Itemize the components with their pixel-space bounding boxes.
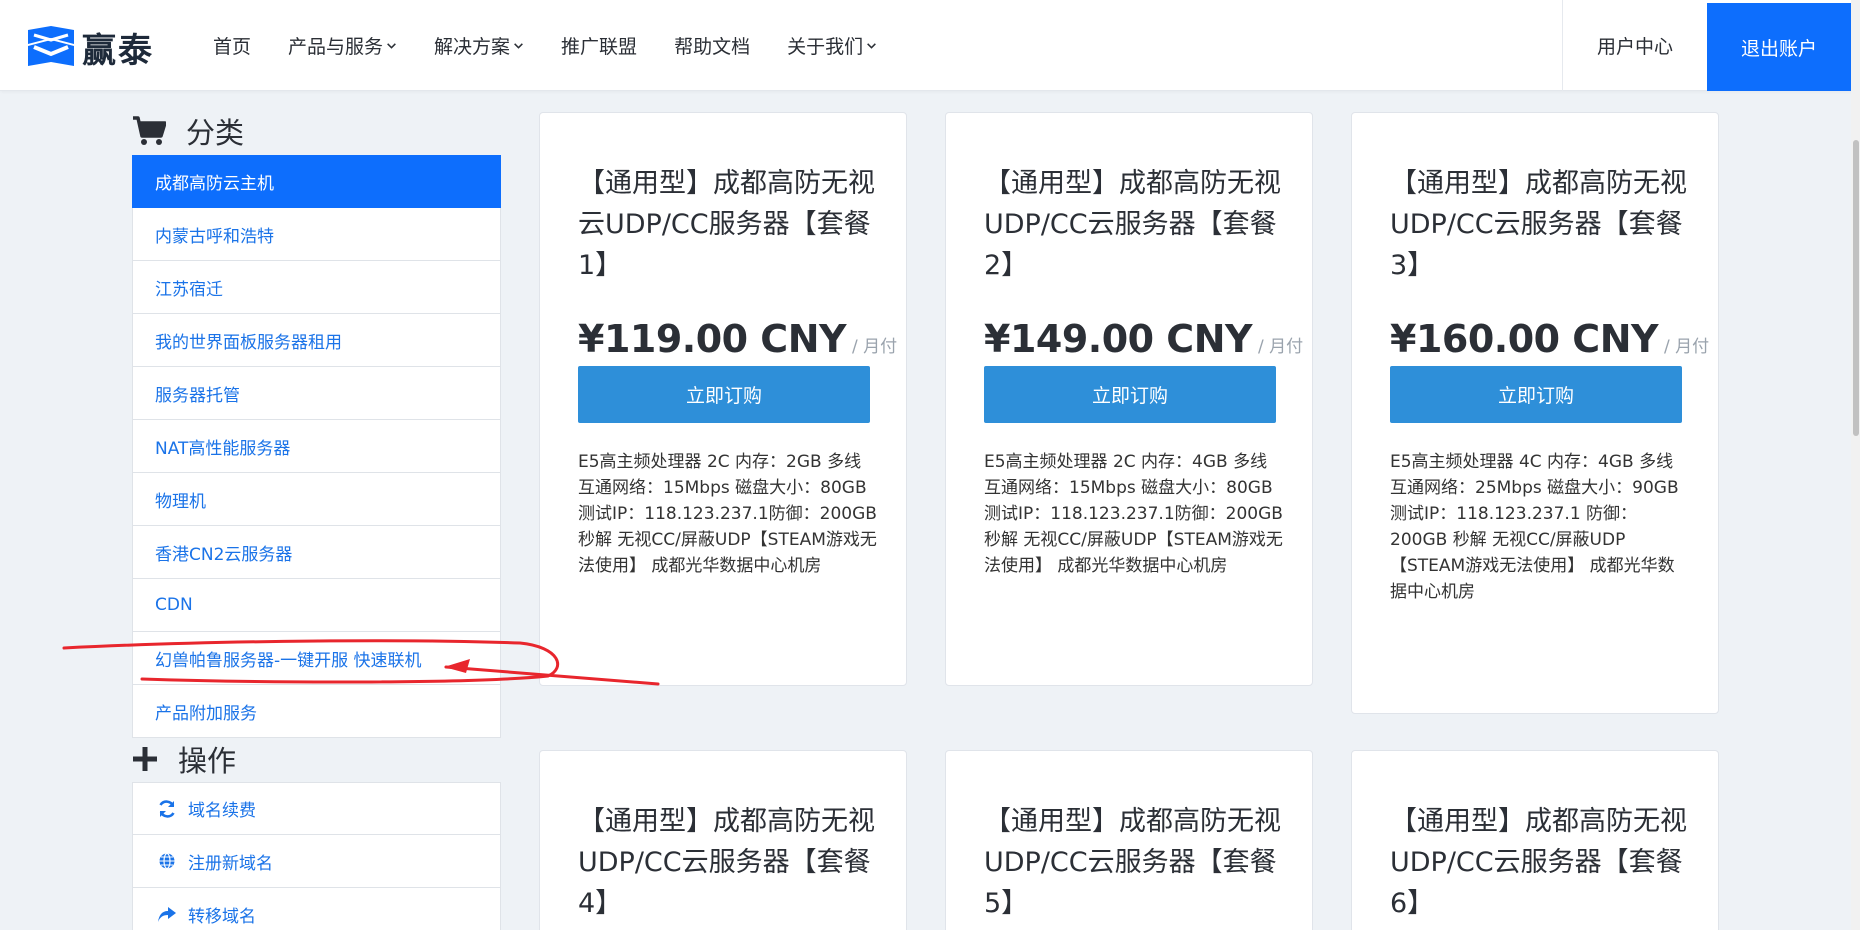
user-center-link[interactable]: 用户中心 bbox=[1563, 0, 1707, 91]
price-amount: ¥119.00 CNY bbox=[578, 317, 847, 361]
nav-about-label: 关于我们 bbox=[787, 36, 864, 58]
product-card: 【通用型】成都高防无视云UDP/CC服务器【套餐1】 ¥119.00 CNY /… bbox=[539, 112, 907, 686]
category-item-inner-mongolia[interactable]: 内蒙古呼和浩特 bbox=[132, 208, 501, 261]
order-now-button[interactable]: 立即订购 bbox=[984, 366, 1276, 423]
logo-text: 赢泰 bbox=[82, 30, 154, 71]
action-list: 域名续费 注册新域名 转移域名 bbox=[132, 782, 501, 930]
action-label: 域名续费 bbox=[188, 801, 256, 821]
share-icon bbox=[158, 907, 176, 922]
product-card: 【通用型】成都高防无视UDP/CC云服务器【套餐6】 bbox=[1351, 750, 1719, 930]
product-title: 【通用型】成都高防无视UDP/CC云服务器【套餐3】 bbox=[1390, 168, 1687, 281]
product-price: ¥149.00 CNY / 月付 bbox=[984, 317, 1303, 361]
action-label: 转移域名 bbox=[188, 906, 256, 927]
categories-heading: 分类 bbox=[132, 110, 244, 152]
order-now-button[interactable]: 立即订购 bbox=[1390, 366, 1682, 423]
action-renew-domain[interactable]: 域名续费 bbox=[132, 782, 501, 835]
category-item-nat-server[interactable]: NAT高性能服务器 bbox=[132, 420, 501, 473]
product-title: 【通用型】成都高防无视UDP/CC云服务器【套餐2】 bbox=[984, 168, 1281, 281]
category-item-cdn[interactable]: CDN bbox=[132, 579, 501, 632]
category-item-hk-cn2[interactable]: 香港CN2云服务器 bbox=[132, 526, 501, 579]
category-item-jiangsu-suqian[interactable]: 江苏宿迁 bbox=[132, 261, 501, 314]
category-item-physical-server[interactable]: 物理机 bbox=[132, 473, 501, 526]
product-title: 【通用型】成都高防无视UDP/CC云服务器【套餐5】 bbox=[984, 806, 1281, 919]
price-period: / 月付 bbox=[852, 337, 898, 357]
category-list: 成都高防云主机 内蒙古呼和浩特 江苏宿迁 我的世界面板服务器租用 服务器托管 N… bbox=[132, 155, 501, 738]
product-title: 【通用型】成都高防无视UDP/CC云服务器【套餐4】 bbox=[578, 806, 875, 919]
category-item-addons[interactable]: 产品附加服务 bbox=[132, 685, 501, 738]
order-now-button[interactable]: 立即订购 bbox=[578, 366, 870, 423]
nav-home-label: 首页 bbox=[213, 36, 252, 58]
chevron-down-icon bbox=[387, 43, 396, 49]
product-card: 【通用型】成都高防无视UDP/CC云服务器【套餐5】 bbox=[945, 750, 1313, 930]
nav-home[interactable]: 首页 bbox=[213, 32, 251, 59]
product-title: 【通用型】成都高防无视云UDP/CC服务器【套餐1】 bbox=[578, 168, 875, 281]
nav-products[interactable]: 产品与服务 bbox=[288, 32, 397, 59]
chevron-down-icon bbox=[867, 43, 876, 49]
price-amount: ¥160.00 CNY bbox=[1390, 317, 1659, 361]
product-price: ¥160.00 CNY / 月付 bbox=[1390, 317, 1709, 361]
plus-icon bbox=[133, 747, 157, 771]
price-amount: ¥149.00 CNY bbox=[984, 317, 1253, 361]
nav-docs-label: 帮助文档 bbox=[674, 36, 751, 58]
category-item-chengdu-cloud[interactable]: 成都高防云主机 bbox=[132, 155, 501, 208]
logout-button[interactable]: 退出账户 bbox=[1707, 3, 1851, 91]
actions-title: 操作 bbox=[178, 744, 237, 778]
refresh-icon bbox=[159, 799, 175, 818]
categories-title: 分类 bbox=[186, 116, 245, 150]
price-period: / 月付 bbox=[1258, 337, 1304, 357]
category-item-colocation[interactable]: 服务器托管 bbox=[132, 367, 501, 420]
nav-solutions[interactable]: 解决方案 bbox=[434, 32, 524, 59]
logo-icon bbox=[28, 26, 74, 66]
product-price: ¥119.00 CNY / 月付 bbox=[578, 317, 897, 361]
product-description: E5高主频处理器 2C 内存：4GB 多线互通网络：15Mbps 磁盘大小：80… bbox=[984, 452, 1283, 576]
product-title: 【通用型】成都高防无视UDP/CC云服务器【套餐6】 bbox=[1390, 806, 1687, 919]
nav-about[interactable]: 关于我们 bbox=[787, 32, 877, 59]
product-card: 【通用型】成都高防无视UDP/CC云服务器【套餐4】 bbox=[539, 750, 907, 930]
price-period: / 月付 bbox=[1664, 337, 1710, 357]
top-header: 赢泰 首页 产品与服务 解决方案 推广联盟 帮助文档 关于我们 用户中心 退出账… bbox=[0, 0, 1860, 91]
product-card: 【通用型】成都高防无视UDP/CC云服务器【套餐2】 ¥149.00 CNY /… bbox=[945, 112, 1313, 686]
cart-icon bbox=[133, 116, 166, 145]
nav-affiliate[interactable]: 推广联盟 bbox=[561, 32, 637, 59]
nav-products-label: 产品与服务 bbox=[288, 36, 384, 58]
product-description: E5高主频处理器 2C 内存：2GB 多线互通网络：15Mbps 磁盘大小：80… bbox=[578, 452, 877, 576]
actions-heading: 操作 bbox=[132, 738, 236, 780]
chevron-down-icon bbox=[514, 43, 523, 49]
category-item-minecraft-panel[interactable]: 我的世界面板服务器租用 bbox=[132, 314, 501, 367]
globe-icon bbox=[159, 852, 175, 870]
site-logo[interactable]: 赢泰 bbox=[26, 26, 154, 71]
nav-docs[interactable]: 帮助文档 bbox=[674, 32, 750, 59]
nav-solutions-label: 解决方案 bbox=[434, 36, 511, 58]
action-register-domain[interactable]: 注册新域名 bbox=[132, 835, 501, 888]
main-nav: 首页 产品与服务 解决方案 推广联盟 帮助文档 关于我们 bbox=[213, 0, 914, 91]
action-transfer-domain[interactable]: 转移域名 bbox=[132, 888, 501, 930]
product-card: 【通用型】成都高防无视UDP/CC云服务器【套餐3】 ¥160.00 CNY /… bbox=[1351, 112, 1719, 714]
scrollbar-thumb[interactable] bbox=[1853, 140, 1859, 436]
action-label: 注册新域名 bbox=[188, 853, 273, 874]
category-item-palworld[interactable]: 幻兽帕鲁服务器-一键开服 快速联机 bbox=[132, 632, 501, 685]
nav-affiliate-label: 推广联盟 bbox=[561, 36, 638, 58]
product-description: E5高主频处理器 4C 内存：4GB 多线互通网络：25Mbps 磁盘大小：90… bbox=[1390, 452, 1679, 602]
